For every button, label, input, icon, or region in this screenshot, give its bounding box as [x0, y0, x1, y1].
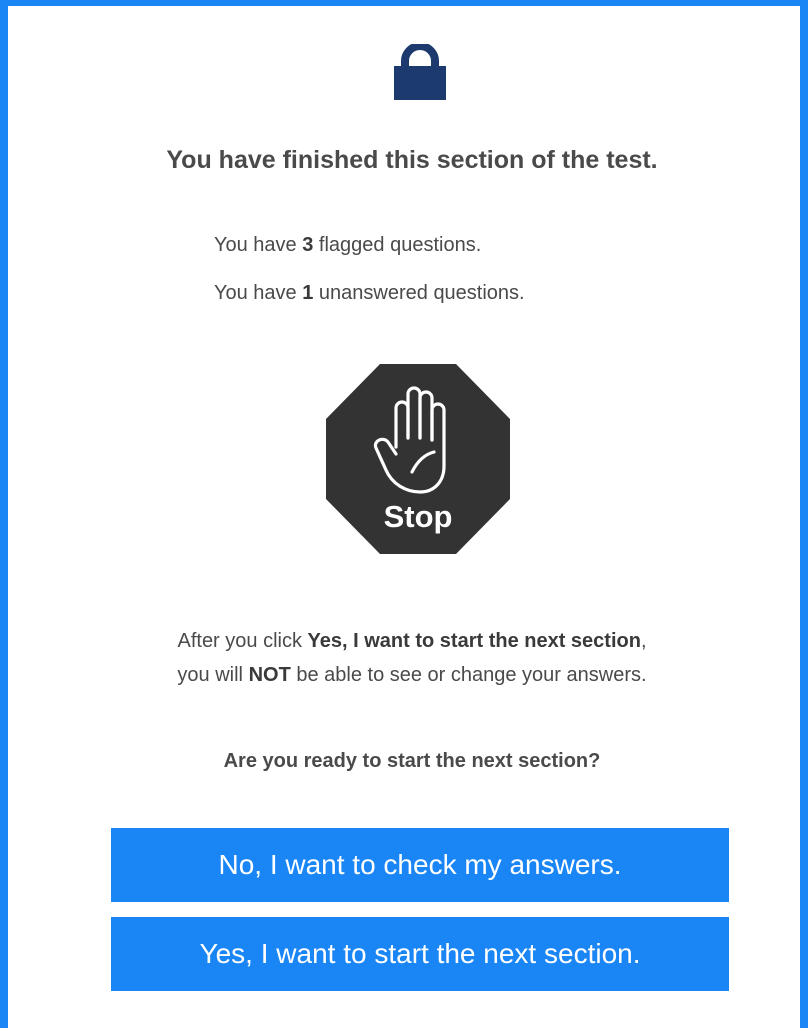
check-answers-button[interactable]: No, I want to check my answers.	[111, 828, 729, 902]
unanswered-count-text: You have 1 unanswered questions.	[214, 282, 525, 304]
warning-emphasis-not: NOT	[248, 664, 291, 686]
dialog-title: You have finished this section of the te…	[166, 146, 658, 174]
unanswered-count: 1	[302, 282, 314, 304]
stop-sign-label: Stop	[384, 499, 453, 534]
warning-text: After you click Yes, I want to start the…	[177, 630, 647, 686]
flagged-count-text: You have 3 flagged questions.	[214, 234, 482, 256]
ready-question: Are you ready to start the next section?	[223, 750, 601, 772]
section-finished-dialog: You have finished this section of the te…	[0, 0, 808, 1028]
lock-icon	[394, 44, 446, 100]
start-next-section-button[interactable]: Yes, I want to start the next section.	[111, 917, 729, 991]
stop-hand-icon: Stop	[326, 364, 510, 554]
warning-emphasis-button-name: Yes, I want to start the next section	[307, 630, 641, 652]
flagged-count: 3	[302, 234, 314, 256]
